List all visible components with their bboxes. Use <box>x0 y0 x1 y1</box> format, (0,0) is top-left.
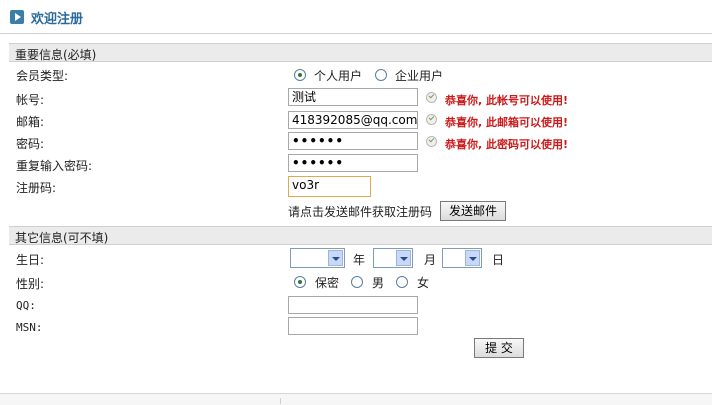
birthday-label: 生日: <box>16 253 45 267</box>
birthday-day-unit: 日 <box>492 253 505 267</box>
password-check-icon <box>426 136 437 147</box>
email-label: 邮箱: <box>16 115 45 129</box>
play-icon <box>10 10 24 24</box>
account-ok-message: 恭喜你, 此帐号可以使用! <box>445 94 569 107</box>
gender-secret-radio[interactable] <box>294 276 306 288</box>
birthday-month-select[interactable] <box>373 248 413 268</box>
birthday-month-unit: 月 <box>424 253 437 267</box>
page-title: 欢迎注册 <box>31 12 84 27</box>
section-required: 重要信息(必填) <box>9 43 712 62</box>
password-confirm-label: 重复输入密码: <box>16 159 93 173</box>
section-optional-title: 其它信息(可不填) <box>15 231 109 245</box>
section-required-title: 重要信息(必填) <box>15 48 97 62</box>
gender-male-label[interactable]: 男 <box>372 274 384 291</box>
member-type-label: 会员类型: <box>16 69 69 83</box>
email-check-icon <box>426 114 437 125</box>
reg-code-label: 注册码: <box>16 181 57 195</box>
chevron-down-icon <box>396 250 411 266</box>
chevron-down-icon <box>328 250 343 266</box>
account-check-icon <box>426 92 437 103</box>
send-email-button[interactable]: 发送邮件 <box>440 201 506 221</box>
gender-female-radio[interactable] <box>396 276 408 288</box>
password-ok-message: 恭喜你, 此密码可以使用! <box>445 138 569 151</box>
qq-input[interactable] <box>288 296 418 314</box>
member-type-personal-label[interactable]: 个人用户 <box>314 67 362 84</box>
reg-code-hint: 请点击发送邮件获取注册码 <box>288 205 433 219</box>
gender-female-label[interactable]: 女 <box>417 274 429 291</box>
email-input[interactable]: 418392085@qq.com <box>288 111 418 129</box>
account-input[interactable]: 测试 <box>288 88 418 106</box>
member-type-company-radio[interactable] <box>375 69 387 81</box>
submit-button[interactable]: 提 交 <box>474 338 524 358</box>
msn-input[interactable] <box>288 317 418 335</box>
birthday-day-select[interactable] <box>442 248 482 268</box>
footer-divider <box>280 398 281 404</box>
gender-secret-label[interactable]: 保密 <box>315 274 339 291</box>
reg-code-input[interactable]: vo3r <box>288 176 371 197</box>
password-label: 密码: <box>16 137 45 151</box>
birthday-year-select[interactable] <box>290 248 345 268</box>
gender-label: 性别: <box>16 277 45 291</box>
qq-label: QQ: <box>16 299 36 312</box>
member-type-company-label[interactable]: 企业用户 <box>395 67 443 84</box>
member-type-personal-radio[interactable] <box>294 69 306 81</box>
password-input[interactable]: •••••• <box>288 132 418 150</box>
page-footer <box>0 393 712 405</box>
page-header: 欢迎注册 <box>0 0 712 34</box>
section-optional: 其它信息(可不填) <box>9 226 712 245</box>
chevron-down-icon <box>465 250 480 266</box>
gender-male-radio[interactable] <box>351 276 363 288</box>
msn-label: MSN: <box>16 321 43 334</box>
account-label: 帐号: <box>16 93 45 107</box>
password-confirm-input[interactable]: •••••• <box>288 154 418 172</box>
birthday-year-unit: 年 <box>353 253 366 267</box>
email-ok-message: 恭喜你, 此邮箱可以使用! <box>445 116 569 129</box>
